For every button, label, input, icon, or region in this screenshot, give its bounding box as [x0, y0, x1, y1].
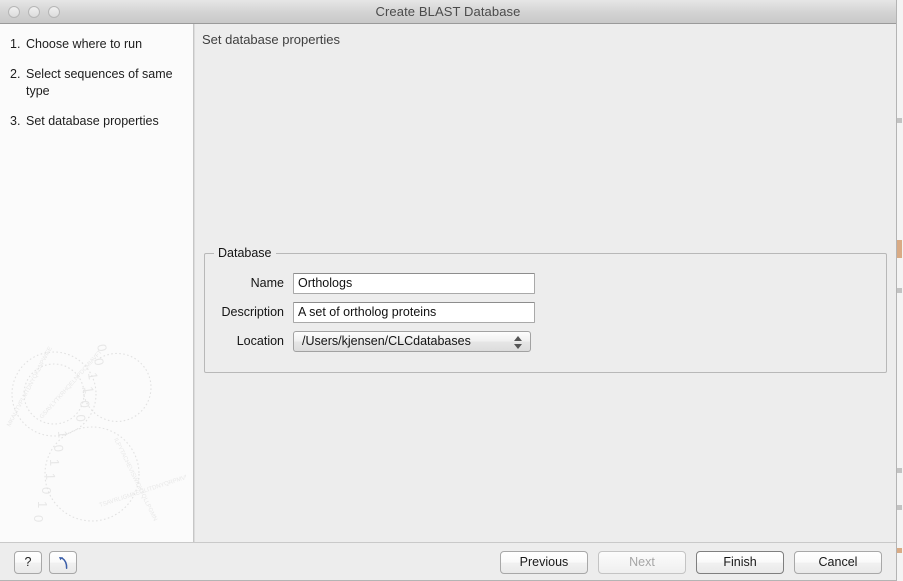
svg-text:0: 0: [94, 343, 110, 353]
svg-text:0: 0: [91, 357, 107, 367]
previous-button[interactable]: Previous: [500, 551, 588, 574]
screen: Create BLAST Database 1. Choose where to…: [0, 0, 903, 581]
close-button[interactable]: [8, 6, 20, 18]
database-groupbox: Database Name Description: [204, 253, 887, 373]
decorative-watermark-icon: 0 0 1 1 0 0 1 0 1 1 0 1 0: [0, 331, 186, 536]
step-label: Set database properties: [26, 113, 183, 130]
step-label: Choose where to run: [26, 36, 183, 53]
svg-text:1: 1: [85, 371, 101, 380]
svg-text:0: 0: [31, 515, 46, 522]
next-button: Next: [598, 551, 686, 574]
svg-text:1: 1: [81, 385, 97, 394]
step-number: 3.: [10, 113, 26, 130]
stepper-arrows-icon: [513, 332, 522, 353]
footer-navigation-buttons: Previous Next Finish Cancel: [500, 551, 882, 574]
svg-text:GSAVLYTKRHQELNPDCMIAVFT: GSAVLYTKRHQELNPDCMIAVFT: [39, 349, 104, 420]
svg-text:0: 0: [73, 414, 89, 423]
form-row-description: Description: [205, 301, 886, 323]
database-form: Name Description Location /Users/kjen: [205, 254, 886, 352]
dialog-body: 1. Choose where to run 2. Select sequenc…: [0, 24, 896, 542]
create-blast-database-dialog: Create BLAST Database 1. Choose where to…: [0, 0, 897, 581]
svg-text:1: 1: [43, 473, 58, 481]
sidebar-item-set-database-properties[interactable]: 3. Set database properties: [10, 113, 183, 130]
wizard-step-list: 1. Choose where to run 2. Select sequenc…: [0, 24, 193, 130]
location-label: Location: [205, 334, 293, 348]
step-label: Select sequences of same type: [26, 66, 183, 100]
window-controls: [8, 0, 60, 23]
sidebar-item-select-sequences[interactable]: 2. Select sequences of same type: [10, 66, 183, 100]
database-description-input[interactable]: [293, 302, 535, 323]
question-mark-icon: ?: [25, 552, 32, 573]
description-label: Description: [205, 305, 293, 319]
content-pane: Set database properties Database Name De…: [194, 24, 896, 542]
page-title: Set database properties: [195, 24, 896, 48]
groupbox-title: Database: [214, 246, 276, 260]
step-number: 2.: [10, 66, 26, 100]
location-combobox[interactable]: /Users/kjensen/CLCdatabases: [293, 331, 531, 352]
sidebar-item-choose-where-to-run[interactable]: 1. Choose where to run: [10, 36, 183, 53]
dialog-footer: ? Previous Next Finish Cancel: [0, 542, 896, 581]
svg-text:1: 1: [35, 501, 50, 508]
footer-left-buttons: ?: [14, 551, 77, 574]
minimize-button[interactable]: [28, 6, 40, 18]
database-name-input[interactable]: [293, 273, 535, 294]
zoom-button[interactable]: [48, 6, 60, 18]
svg-text:ILPYTACHEVISWIDKYQLLPGMN: ILPYTACHEVISWIDKYQLLPGMN: [112, 437, 158, 522]
svg-text:0: 0: [39, 487, 54, 494]
location-value: /Users/kjensen/CLCdatabases: [302, 334, 471, 348]
svg-text:0: 0: [51, 444, 66, 452]
chevron-down-icon: [514, 344, 522, 349]
finish-button[interactable]: Finish: [696, 551, 784, 574]
svg-text:MKALITVPLMTDNYQKLNPWIFE: MKALITVPLMTDNYQKLNPWIFE: [6, 346, 53, 428]
reset-button[interactable]: [49, 551, 77, 574]
chevron-up-icon: [514, 336, 522, 341]
background-text-fleck: [897, 240, 902, 258]
form-row-name: Name: [205, 272, 886, 294]
help-button[interactable]: ?: [14, 551, 42, 574]
cancel-button[interactable]: Cancel: [794, 551, 882, 574]
form-row-location: Location /Users/kjensen/CLCdatabases: [205, 330, 886, 352]
name-label: Name: [205, 276, 293, 290]
step-number: 1.: [10, 36, 26, 53]
svg-text:0: 0: [77, 400, 93, 409]
wizard-steps-sidebar: 1. Choose where to run 2. Select sequenc…: [0, 24, 194, 542]
content-area: Database Name Description: [195, 48, 896, 542]
svg-text:TSAVRLIGMKEGLITDNYQRPMVE: TSAVRLIGMKEGLITDNYQRPMVE: [99, 474, 186, 509]
reset-arrow-icon: [56, 555, 71, 570]
titlebar: Create BLAST Database: [0, 0, 896, 24]
window-title: Create BLAST Database: [376, 4, 521, 19]
svg-text:1: 1: [55, 430, 70, 438]
svg-text:1: 1: [47, 459, 62, 467]
